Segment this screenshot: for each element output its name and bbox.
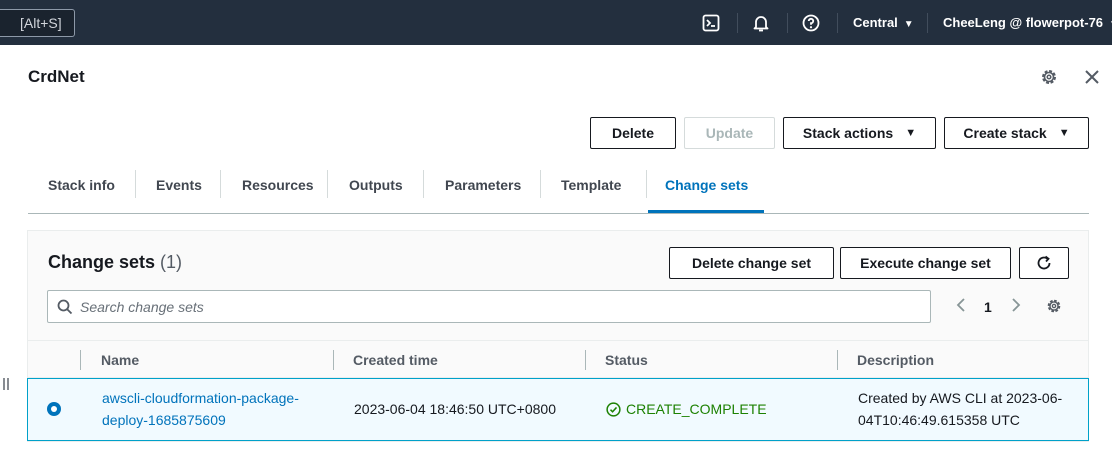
nav-divider <box>927 13 928 33</box>
status-text: CREATE_COMPLETE <box>626 401 767 417</box>
status-cell: CREATE_COMPLETE <box>606 398 767 420</box>
region-label: Central <box>853 15 898 30</box>
nav-divider <box>837 13 838 33</box>
refresh-icon <box>1037 255 1051 270</box>
help-icon[interactable] <box>801 13 821 33</box>
account-menu[interactable]: CheeLeng @ flowerpot-76▼ <box>943 15 1112 30</box>
nav-divider <box>737 13 738 33</box>
active-tab-indicator <box>648 210 764 213</box>
tab-divider <box>220 170 221 198</box>
column-header-status[interactable]: Status <box>605 352 648 368</box>
stack-tabs: Stack info Events Resources Outputs Para… <box>28 168 1089 214</box>
caret-down-icon: ▼ <box>903 19 914 30</box>
stack-actions-button[interactable]: Stack actions ▼ <box>783 117 936 149</box>
panel-count: (1) <box>160 252 183 272</box>
change-set-name-line1: awscli-cloudformation-package- <box>102 390 299 406</box>
close-icon[interactable] <box>1082 67 1102 87</box>
search-icon <box>57 299 73 315</box>
delete-change-set-button[interactable]: Delete change set <box>669 247 834 279</box>
refresh-button[interactable] <box>1019 247 1069 279</box>
panel-title: Change sets (1) <box>48 252 182 273</box>
success-check-icon <box>606 401 621 417</box>
tab-change-sets[interactable]: Change sets <box>665 168 748 213</box>
nav-divider <box>787 13 788 33</box>
table-header: Name Created time Status Description <box>28 340 1088 378</box>
tab-parameters[interactable]: Parameters <box>445 168 521 213</box>
row-select-radio[interactable] <box>47 402 61 416</box>
tab-events[interactable]: Events <box>156 168 202 213</box>
page-title: CrdNet <box>28 67 85 86</box>
column-header-created-time[interactable]: Created time <box>353 352 438 368</box>
gear-icon[interactable] <box>1039 67 1059 87</box>
description-line2: 04T10:46:49.615358 UTC <box>858 412 1020 428</box>
column-divider <box>80 350 81 370</box>
column-header-description[interactable]: Description <box>857 352 934 368</box>
update-button[interactable]: Update <box>684 117 775 149</box>
preferences-gear-icon[interactable] <box>1045 297 1063 318</box>
tab-template[interactable]: Template <box>561 168 621 213</box>
tab-divider <box>646 170 647 198</box>
change-set-name-link[interactable]: awscli-cloudformation-package- deploy-16… <box>102 387 299 431</box>
tab-resources[interactable]: Resources <box>242 168 314 213</box>
tab-stack-info[interactable]: Stack info <box>48 168 115 213</box>
caret-down-icon: ▼ <box>1058 127 1070 139</box>
top-navigation: [Alt+S] Central ▼ CheeLeng @ flowerpot-76… <box>0 0 1112 45</box>
column-divider[interactable] <box>333 350 334 370</box>
table-row[interactable]: awscli-cloudformation-package- deploy-16… <box>27 378 1089 441</box>
create-stack-label: Create stack <box>963 125 1047 141</box>
description-line1: Created by AWS CLI at 2023-06- <box>858 390 1063 406</box>
stack-actions-label: Stack actions <box>802 125 894 141</box>
panel-title-text: Change sets <box>48 252 156 272</box>
execute-change-set-button[interactable]: Execute change set <box>840 247 1011 279</box>
search-shortcut-hint[interactable]: [Alt+S] <box>0 9 75 37</box>
current-page[interactable]: 1 <box>984 299 992 315</box>
region-selector[interactable]: Central ▼ <box>853 15 914 30</box>
notifications-icon[interactable] <box>751 13 771 33</box>
column-divider[interactable] <box>585 350 586 370</box>
tab-divider <box>540 170 541 198</box>
column-header-name[interactable]: Name <box>101 352 139 368</box>
tab-divider <box>423 170 424 198</box>
column-divider[interactable] <box>837 350 838 370</box>
change-set-name-line2: deploy-1685875609 <box>102 412 226 428</box>
caret-down-icon: ▼ <box>905 127 917 139</box>
drag-handle-icon[interactable] <box>2 377 12 391</box>
create-stack-button[interactable]: Create stack ▼ <box>944 117 1089 149</box>
created-time-cell: 2023-06-04 18:46:50 UTC+0800 <box>354 401 556 417</box>
tab-outputs[interactable]: Outputs <box>349 168 403 213</box>
previous-page-icon[interactable] <box>955 297 967 316</box>
search-input[interactable] <box>80 297 900 317</box>
search-change-sets <box>47 290 931 323</box>
tab-divider <box>327 170 328 198</box>
cloudshell-icon[interactable] <box>701 13 721 33</box>
description-cell: Created by AWS CLI at 2023-06- 04T10:46:… <box>858 387 1062 431</box>
change-sets-panel: Change sets (1) Delete change set Execute… <box>27 230 1089 442</box>
account-label: CheeLeng @ flowerpot-76 <box>943 15 1104 30</box>
panel-header: Change sets (1) Delete change set Execute… <box>28 231 1088 340</box>
tab-divider <box>135 170 136 198</box>
delete-button[interactable]: Delete <box>590 117 676 149</box>
next-page-icon[interactable] <box>1010 297 1022 316</box>
